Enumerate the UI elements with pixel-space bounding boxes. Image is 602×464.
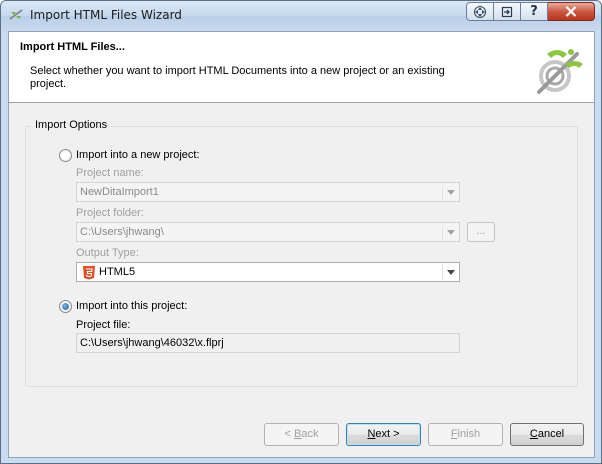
new-project-radio-label[interactable]: Import into a new project: — [76, 149, 200, 161]
project-name-combo[interactable]: NewDitaImport1 — [76, 182, 460, 202]
output-type-combo[interactable]: HTML5 — [76, 262, 460, 282]
cancel-button[interactable]: Cancel — [510, 423, 584, 446]
project-file-value: C:\Users\jhwang\46032\x.flprj — [80, 337, 224, 349]
this-project-radio-label[interactable]: Import into this project: — [76, 300, 187, 312]
wizard-wand-logo — [529, 40, 587, 98]
wizard-client-area: Import HTML Files... Select whether you … — [8, 31, 595, 458]
new-project-radio[interactable] — [59, 149, 72, 162]
project-file-label: Project file: — [76, 319, 131, 331]
chevron-down-icon[interactable] — [442, 223, 459, 241]
browse-folder-button[interactable]: ... — [467, 222, 495, 242]
project-folder-label: Project folder: — [76, 207, 144, 219]
finish-button[interactable]: Finish — [428, 423, 503, 446]
project-file-field[interactable]: C:\Users\jhwang\46032\x.flprj — [76, 333, 460, 353]
nav-icon — [473, 5, 487, 19]
output-type-value: HTML5 — [99, 266, 136, 278]
page-title: Import HTML Files... — [20, 41, 125, 53]
html5-icon — [82, 265, 96, 280]
pin-icon — [501, 6, 513, 18]
project-name-value: NewDitaImport1 — [80, 186, 159, 198]
project-folder-value: C:\Users\jhwang\ — [80, 226, 164, 238]
back-button-prefix: < — [284, 428, 294, 440]
next-button-rest: ext > — [375, 428, 400, 440]
output-type-label: Output Type: — [76, 247, 139, 259]
pin-button[interactable] — [494, 2, 521, 21]
title-bar[interactable]: Import HTML Files Wizard ? — [1, 1, 601, 31]
back-button-rest: ack — [301, 428, 319, 440]
wizard-header: Import HTML Files... Select whether you … — [9, 32, 594, 103]
mad-cap-flare-app-icon — [8, 7, 24, 23]
chevron-down-icon[interactable] — [442, 263, 459, 281]
next-button[interactable]: Next > — [346, 423, 421, 446]
finish-button-rest: inish — [457, 428, 481, 440]
finish-button-mnemonic: F — [450, 428, 458, 440]
project-folder-combo[interactable]: C:\Users\jhwang\ — [76, 222, 460, 242]
cancel-button-mnemonic: C — [529, 428, 538, 440]
import-options-title: Import Options — [31, 119, 112, 131]
wizard-window: Import HTML Files Wizard ? Import HTML F… — [0, 0, 602, 464]
help-icon: ? — [530, 4, 538, 19]
cancel-button-rest: ancel — [537, 428, 565, 440]
this-project-radio[interactable] — [59, 300, 72, 313]
project-name-label: Project name: — [76, 167, 144, 179]
window-title: Import HTML Files Wizard — [30, 8, 182, 22]
back-button[interactable]: < Back — [264, 423, 339, 446]
nav-button[interactable] — [466, 2, 494, 21]
close-button[interactable] — [548, 2, 595, 21]
close-icon — [565, 6, 577, 17]
chevron-down-icon[interactable] — [442, 183, 459, 201]
help-button[interactable]: ? — [521, 2, 548, 21]
page-description: Select whether you want to import HTML D… — [30, 65, 445, 90]
